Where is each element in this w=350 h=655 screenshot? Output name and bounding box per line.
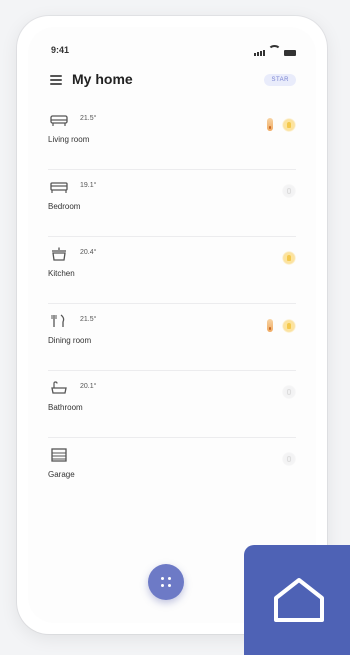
heater-icon[interactable] xyxy=(264,318,276,334)
menu-icon[interactable] xyxy=(50,75,62,85)
room-controls xyxy=(264,117,296,133)
sofa-icon xyxy=(50,115,68,126)
scenes-fab-button[interactable] xyxy=(148,564,184,600)
room-temperature: 20.4° xyxy=(80,249,97,256)
light-bulb-icon[interactable] xyxy=(282,385,296,399)
room-item-living-room[interactable]: 21.5° Living room xyxy=(48,103,296,170)
room-controls xyxy=(282,251,296,265)
room-name: Kitchen xyxy=(48,269,75,278)
room-controls xyxy=(282,184,296,198)
room-list: 21.5° Living room 19.1° Bedroom 20.4° Ki… xyxy=(48,103,296,504)
home-icon xyxy=(274,578,324,622)
app-screen: 9:41 My home STAR 21.5° Living room 19.1… xyxy=(28,27,316,623)
light-bulb-icon[interactable] xyxy=(282,319,296,333)
phone-frame: 9:41 My home STAR 21.5° Living room 19.1… xyxy=(17,16,327,634)
room-temperature: 19.1° xyxy=(80,182,97,189)
wifi-icon xyxy=(268,45,281,56)
bathtub-icon xyxy=(51,381,67,394)
room-controls xyxy=(282,385,296,399)
status-bar: 9:41 xyxy=(48,43,296,57)
heater-icon[interactable] xyxy=(264,117,276,133)
room-item-kitchen[interactable]: 20.4° Kitchen xyxy=(48,237,296,304)
room-temperature: 20.1° xyxy=(80,383,97,390)
room-controls xyxy=(264,318,296,334)
status-time: 9:41 xyxy=(51,45,70,55)
light-bulb-icon[interactable] xyxy=(282,118,296,132)
room-name: Dining room xyxy=(48,336,92,345)
room-temperature: 21.5° xyxy=(80,115,97,122)
room-controls xyxy=(282,452,296,466)
header: My home STAR xyxy=(48,69,296,93)
garage-icon xyxy=(51,448,67,462)
room-temperature: 21.5° xyxy=(80,316,97,323)
room-name: Living room xyxy=(48,135,90,144)
room-name: Bedroom xyxy=(48,202,81,211)
header-badge[interactable]: STAR xyxy=(264,74,296,86)
room-name: Garage xyxy=(48,470,75,479)
light-bulb-icon[interactable] xyxy=(282,184,296,198)
signal-icon xyxy=(254,50,265,56)
light-bulb-icon[interactable] xyxy=(282,251,296,265)
room-item-bedroom[interactable]: 19.1° Bedroom xyxy=(48,170,296,237)
page-title: My home xyxy=(72,71,133,87)
app-home-tile[interactable] xyxy=(244,545,350,655)
light-bulb-icon[interactable] xyxy=(282,452,296,466)
room-item-garage[interactable]: Garage xyxy=(48,438,296,504)
room-item-bathroom[interactable]: 20.1° Bathroom xyxy=(48,371,296,438)
battery-icon xyxy=(284,50,296,56)
pot-icon xyxy=(52,247,66,261)
status-icons xyxy=(254,44,296,56)
room-item-dining-room[interactable]: 21.5° Dining room xyxy=(48,304,296,371)
room-name: Bathroom xyxy=(48,403,83,412)
cutlery-icon xyxy=(51,314,65,327)
bed-icon xyxy=(50,182,68,193)
